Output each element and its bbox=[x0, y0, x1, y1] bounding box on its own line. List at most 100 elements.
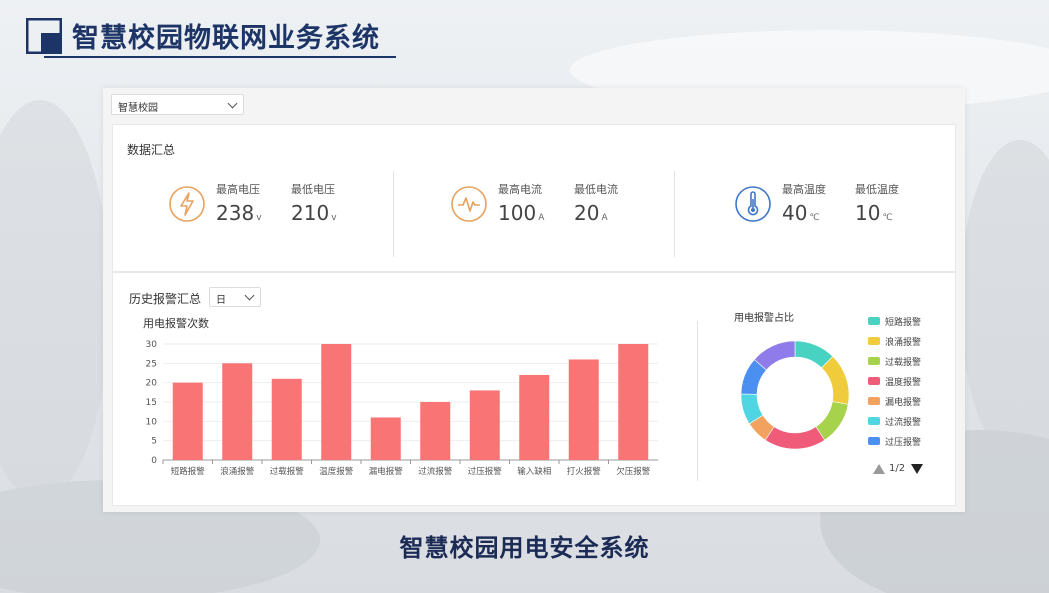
data-summary-card: 数据汇总 最高电压 238 v 最低电压 210 v 最高电流 100 A 最低… bbox=[112, 124, 956, 272]
legend-swatch bbox=[868, 417, 880, 425]
y-tick-label: 10 bbox=[146, 417, 158, 427]
min-voltage-stat: 最低电压 210 v bbox=[291, 181, 337, 225]
y-tick-label: 5 bbox=[151, 437, 157, 447]
summary-title: 数据汇总 bbox=[127, 143, 176, 157]
pie-chart-title: 用电报警占比 bbox=[734, 313, 794, 324]
stat-value: 40 ℃ bbox=[782, 201, 820, 225]
stat-label: 最高电流 bbox=[498, 183, 542, 196]
x-tick-label: 漏电报警 bbox=[369, 466, 404, 477]
bar[interactable] bbox=[618, 344, 649, 460]
x-tick-label: 过压报警 bbox=[468, 466, 503, 477]
legend-label: 温度报警 bbox=[885, 377, 922, 388]
legend-swatch bbox=[868, 437, 880, 445]
legend-label: 漏电报警 bbox=[885, 397, 922, 408]
triangle-down-icon[interactable] bbox=[911, 463, 924, 474]
y-tick-label: 25 bbox=[146, 359, 157, 369]
bar-chart-title: 用电报警次数 bbox=[143, 317, 209, 330]
x-tick-label: 欠压报警 bbox=[616, 466, 651, 477]
x-tick-label: 短路报警 bbox=[171, 466, 206, 477]
voltage-group: 最高电压 238 v 最低电压 210 v bbox=[168, 175, 428, 255]
legend-label: 浪涌报警 bbox=[885, 337, 922, 348]
campus-select-value: 智慧校园 bbox=[118, 103, 158, 114]
page-title: 智慧校园物联网业务系统 bbox=[72, 23, 380, 54]
stat-value: 100 A bbox=[498, 201, 545, 225]
max-voltage-stat: 最高电压 238 v bbox=[216, 181, 262, 225]
alarm-ratio-panel: 用电报警占比 短路报警浪涌报警过载报警温度报警漏电报警过流报警过压报警输入缺相 … bbox=[697, 303, 947, 499]
legend-item[interactable]: 浪涌报警 bbox=[868, 331, 948, 351]
legend-label: 过流报警 bbox=[885, 417, 922, 428]
bar[interactable] bbox=[519, 374, 550, 460]
thermometer-icon bbox=[735, 186, 771, 222]
legend-item[interactable]: 短路报警 bbox=[868, 311, 948, 331]
chevron-down-icon bbox=[244, 290, 255, 301]
stat-value: 210 v bbox=[291, 201, 337, 225]
stat-value: 238 v bbox=[216, 201, 262, 225]
donut-slice[interactable] bbox=[821, 356, 850, 405]
bar[interactable] bbox=[568, 359, 599, 460]
legend-swatch bbox=[868, 337, 880, 345]
stat-label: 最低电流 bbox=[574, 183, 618, 196]
x-tick-label: 温度报警 bbox=[319, 466, 354, 477]
y-tick-label: 30 bbox=[146, 340, 158, 350]
y-tick-label: 20 bbox=[146, 379, 158, 389]
legend-swatch bbox=[868, 397, 880, 405]
bar[interactable] bbox=[321, 344, 352, 460]
bar[interactable] bbox=[172, 382, 203, 460]
pie-legend: 短路报警浪涌报警过载报警温度报警漏电报警过流报警过压报警输入缺相 bbox=[868, 311, 948, 457]
min-current-stat: 最低电流 20 A bbox=[574, 181, 618, 225]
temperature-group: 最高温度 40 ℃ 最低温度 10 ℃ bbox=[734, 175, 994, 255]
legend-label: 过压报警 bbox=[885, 437, 922, 448]
bar[interactable] bbox=[370, 417, 401, 460]
legend-page-indicator: 1/2 bbox=[889, 463, 906, 474]
chevron-down-icon bbox=[227, 98, 238, 109]
legend-swatch bbox=[868, 377, 880, 385]
x-tick-label: 打火报警 bbox=[567, 466, 602, 477]
legend-label: 输入缺相 bbox=[885, 455, 921, 458]
max-temperature-stat: 最高温度 40 ℃ bbox=[782, 181, 826, 225]
min-temperature-stat: 最低温度 10 ℃ bbox=[855, 181, 899, 225]
bar[interactable] bbox=[420, 402, 451, 460]
donut-slice[interactable] bbox=[764, 426, 826, 450]
logo-icon bbox=[26, 18, 62, 54]
campus-select[interactable]: 智慧校园 bbox=[111, 94, 244, 115]
alarm-history-card: 历史报警汇总 日 用电报警次数 0 5 10 15 20 25 30 短路报警 浪涌报警 过载报警… bbox=[112, 272, 956, 506]
app-header: 智慧校园物联网业务系统 bbox=[26, 14, 406, 58]
legend-item[interactable]: 温度报警 bbox=[868, 371, 948, 391]
triangle-up-icon[interactable] bbox=[873, 463, 885, 474]
stat-label: 最高温度 bbox=[782, 183, 826, 196]
legend-swatch bbox=[868, 357, 880, 365]
divider bbox=[393, 171, 394, 257]
legend-label: 短路报警 bbox=[885, 317, 922, 328]
current-group: 最高电流 100 A 最低电流 20 A bbox=[450, 175, 710, 255]
legend-item[interactable]: 过流报警 bbox=[868, 411, 948, 431]
divider bbox=[674, 171, 675, 257]
lightning-icon bbox=[169, 186, 205, 222]
legend-swatch bbox=[868, 317, 880, 325]
bar[interactable] bbox=[469, 390, 500, 460]
x-tick-label: 过载报警 bbox=[270, 466, 305, 477]
main-panel: 智慧校园 数据汇总 最高电压 238 v 最低电压 210 v 最高电流 100… bbox=[103, 88, 965, 512]
bar[interactable] bbox=[222, 363, 253, 460]
legend-item[interactable]: 过载报警 bbox=[868, 351, 948, 371]
period-select[interactable]: 日 bbox=[209, 287, 261, 307]
legend-item[interactable]: 过压报警 bbox=[868, 431, 948, 451]
alarm-count-bar-chart: 用电报警次数 0 5 10 15 20 25 30 短路报警 浪涌报警 过载报警 温度报警 漏电报警 过… bbox=[143, 317, 658, 477]
legend-item[interactable]: 输入缺相 bbox=[868, 451, 948, 457]
legend-label: 过载报警 bbox=[885, 357, 922, 368]
max-current-stat: 最高电流 100 A bbox=[498, 181, 544, 225]
legend-pager: 1/2 bbox=[873, 463, 924, 474]
header-underline bbox=[44, 56, 396, 58]
y-tick-label: 15 bbox=[146, 398, 157, 408]
stat-value: 10 ℃ bbox=[855, 201, 893, 225]
stat-label: 最低电压 bbox=[291, 183, 335, 196]
x-tick-label: 浪涌报警 bbox=[220, 466, 255, 477]
x-tick-label: 过流报警 bbox=[418, 466, 453, 477]
waveform-icon bbox=[451, 186, 487, 222]
bar[interactable] bbox=[271, 378, 302, 460]
stat-label: 最低温度 bbox=[855, 183, 899, 196]
stat-label: 最高电压 bbox=[216, 183, 260, 196]
history-title: 历史报警汇总 bbox=[129, 292, 202, 306]
alarm-ratio-donut-chart bbox=[740, 340, 850, 450]
stat-value: 20 A bbox=[574, 201, 608, 225]
legend-item[interactable]: 漏电报警 bbox=[868, 391, 948, 411]
